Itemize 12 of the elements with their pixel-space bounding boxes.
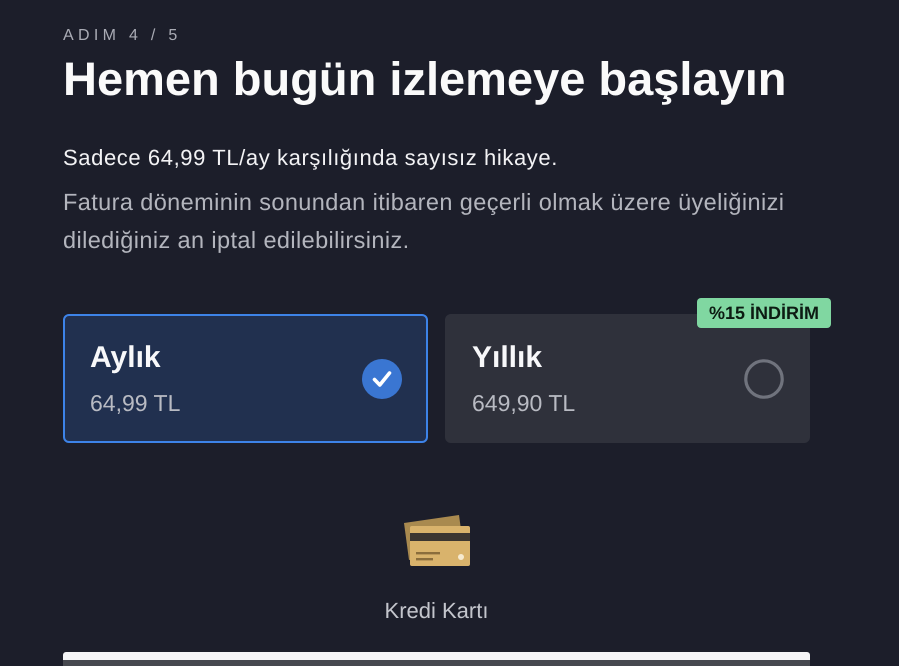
plan-option-card[interactable]: Aylık 64,99 TL (63, 314, 428, 443)
discount-badge: %15 İNDİRİM (696, 298, 831, 328)
plan-price: 649,90 TL (472, 388, 576, 416)
credit-card-icon (403, 515, 470, 566)
step-label: ADIM 4 / 5 (63, 26, 182, 46)
cancellation-note: Fatura döneminin sonundan itibaren geçerli olmak üzere üyeliğinizi dilediğiniz an iptal edilebilirsiniz. (63, 188, 786, 255)
page-title: Hemen bugün izlemeye başlayın (63, 51, 786, 107)
plan-name: Yıllık (472, 340, 542, 374)
plan-price: 64,99 TL (90, 388, 180, 416)
plan-name: Aylık (90, 340, 161, 374)
price-summary: Sadece 64,99 TL/ay karşılığında sayısız hikaye. (63, 144, 558, 172)
payment-option[interactable]: Kredi Kartı (384, 515, 488, 626)
